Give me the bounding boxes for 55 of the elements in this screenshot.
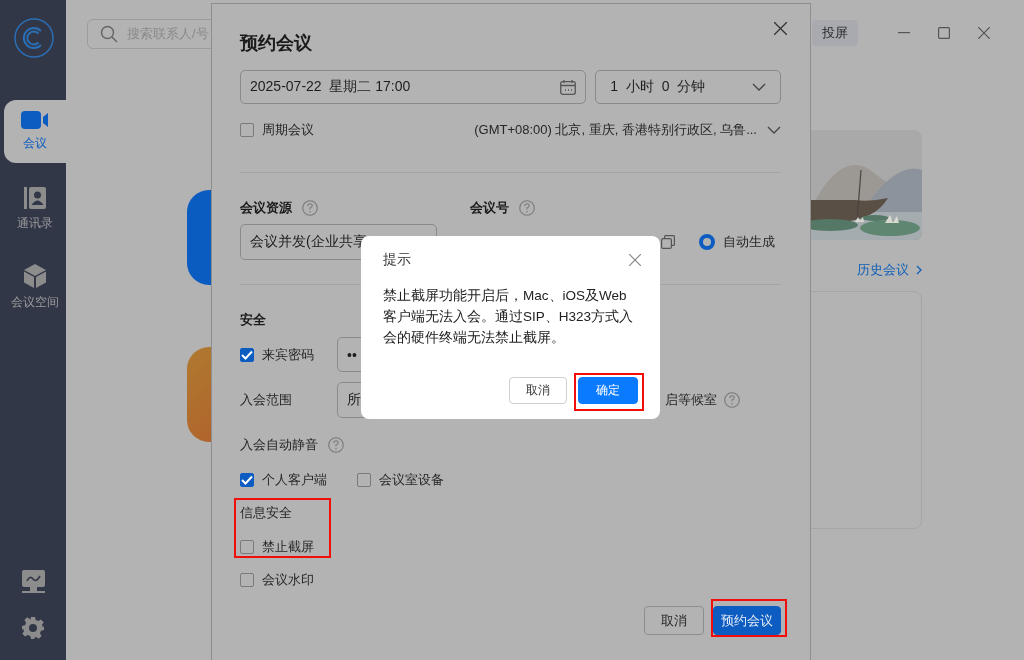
radio-label: 自动生成 (723, 233, 775, 251)
cancel-button[interactable]: 取消 (509, 377, 567, 404)
confirm-button[interactable]: 确定 (578, 377, 638, 404)
date-field[interactable]: 2025-07-22 星期二 17:00 (240, 70, 587, 104)
checkbox-label: 禁止截屏 (262, 538, 314, 556)
video-camera-icon (21, 111, 49, 129)
checkbox-label: 周期会议 (262, 121, 314, 139)
help-icon[interactable] (328, 437, 344, 453)
sidebar-item[interactable]: 通讯录 (4, 178, 66, 241)
dialog-title: 预约会议 (240, 32, 312, 55)
highlight-box (574, 373, 644, 411)
logo-icon (14, 18, 54, 58)
settings-icon[interactable] (22, 617, 44, 639)
alert-message: 禁止截屏功能开启后，Mac、iOS及Web客户端无法入会。通过SIP、H323方式入会的硬件终端无法禁止截屏。 (383, 287, 635, 347)
help-icon[interactable] (724, 392, 740, 408)
checkbox[interactable] (240, 540, 254, 554)
cast-button[interactable]: 投屏 (812, 20, 858, 46)
schedule-button[interactable]: 预约会议 (713, 606, 781, 635)
checkbox-label: 会议室设备 (379, 471, 444, 489)
contact-book-icon (24, 187, 46, 209)
chevron-right-icon (916, 265, 922, 275)
minimize-icon[interactable] (898, 32, 910, 34)
radio-button[interactable] (699, 234, 715, 250)
cube-icon (24, 264, 46, 288)
section-heading: 信息安全 (240, 504, 292, 522)
calendar-icon (560, 79, 577, 95)
checkbox[interactable] (240, 347, 254, 362)
section-label: 会议号 (470, 199, 509, 217)
checkbox[interactable] (357, 473, 371, 487)
checkbox-label: 来宾密码 (262, 345, 314, 364)
help-icon[interactable] (519, 200, 535, 216)
timezone-select[interactable]: (GMT+08:00) 北京, 重庆, 香港特别行政区, 乌鲁... (474, 121, 757, 139)
section-label: 会议资源 (240, 199, 292, 217)
duration-select[interactable]: 1 小时 0 分钟 (595, 70, 781, 104)
maximize-icon[interactable] (938, 27, 950, 39)
checkbox[interactable] (240, 473, 254, 487)
copy-icon[interactable] (661, 235, 675, 249)
section-heading: 安全 (240, 311, 266, 329)
checkbox[interactable] (240, 123, 254, 137)
field-label: 入会自动静音 (240, 436, 318, 454)
monitor-chart-icon[interactable] (21, 570, 45, 594)
search-icon (100, 25, 118, 43)
close-icon[interactable] (629, 254, 641, 266)
help-icon[interactable] (302, 200, 318, 216)
sidebar-item[interactable]: 会议空间 (4, 256, 66, 319)
chevron-down-icon (752, 83, 766, 91)
checkbox-label: 个人客户端 (262, 471, 327, 489)
close-icon[interactable] (978, 27, 990, 39)
field-label: 入会范围 (240, 391, 293, 409)
checkbox-label: 会议水印 (262, 571, 314, 589)
chevron-down-icon (767, 126, 781, 134)
checkbox[interactable] (240, 573, 254, 587)
close-icon[interactable] (774, 21, 787, 35)
checkbox-label: 启等候室 (665, 391, 717, 409)
cancel-button[interactable]: 取消 (644, 606, 704, 635)
